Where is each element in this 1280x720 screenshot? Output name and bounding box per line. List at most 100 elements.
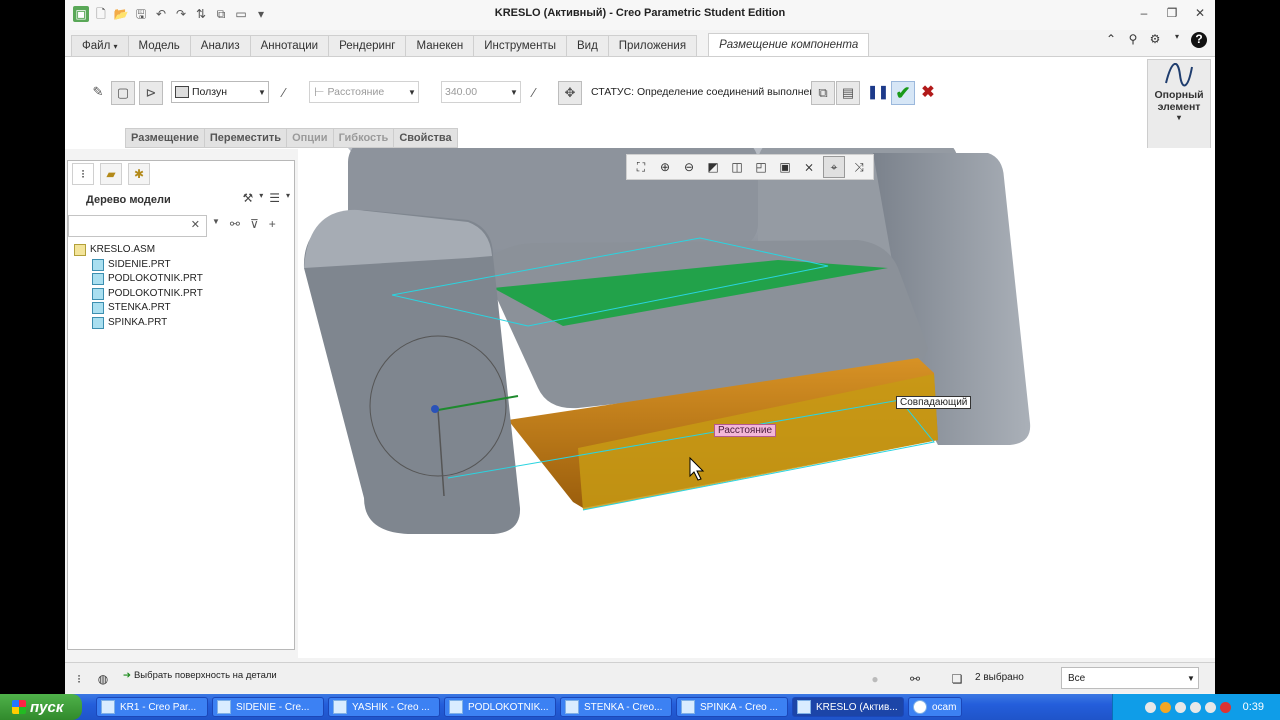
- find-binoculars-icon[interactable]: ⚯: [905, 669, 925, 689]
- favorites-icon[interactable]: ✱: [128, 163, 150, 185]
- search-icon[interactable]: ⚲: [1125, 32, 1141, 48]
- taskbar-item-active[interactable]: KRESLO (Актив...: [792, 697, 904, 717]
- placement-icon[interactable]: ▢: [111, 81, 135, 105]
- tab-manikin[interactable]: Манекен: [405, 35, 475, 56]
- taskbar-item[interactable]: PODLOKOTNIK...: [444, 697, 556, 717]
- constraint-type-select[interactable]: Ползун ▼: [171, 81, 269, 103]
- taskbar-item[interactable]: KR1 - Creo Par...: [96, 697, 208, 717]
- help-icon[interactable]: ?: [1191, 32, 1207, 48]
- display-style-icon[interactable]: ◫: [727, 157, 747, 177]
- maximize-icon[interactable]: ❐: [1165, 6, 1179, 20]
- chevron-down-icon: ▼: [258, 87, 266, 97]
- browser-toggle-icon[interactable]: ◍: [93, 669, 113, 689]
- collapse-ribbon-icon[interactable]: ⌃: [1103, 32, 1119, 48]
- tab-tools[interactable]: Инструменты: [473, 35, 567, 56]
- zoom-out-icon[interactable]: ⊖: [679, 157, 699, 177]
- chevron-down-icon: ▼: [1187, 673, 1195, 683]
- tab-file[interactable]: Файл ▾: [71, 35, 129, 56]
- ok-check-icon[interactable]: ✔: [891, 81, 915, 105]
- datum-display-icon[interactable]: ⨯: [799, 157, 819, 177]
- chevron-down-icon[interactable]: ▾: [286, 191, 290, 205]
- taskbar-item[interactable]: SPINKA - Creo ...: [676, 697, 788, 717]
- tree-root[interactable]: KRESLO.ASM: [74, 243, 203, 258]
- settings-icon[interactable]: ⚙: [1147, 32, 1163, 48]
- tab-render[interactable]: Рендеринг: [328, 35, 407, 56]
- tab-view[interactable]: Вид: [565, 35, 609, 56]
- filter-icon[interactable]: ⊽: [250, 217, 259, 231]
- subtab-options[interactable]: Опции: [286, 128, 334, 148]
- graphics-window[interactable]: ⛶ ⊕ ⊖ ◩ ◫ ◰ ▣ ⨯ ⌖ ⤨ Расстояние Совпадающ…: [298, 148, 1215, 658]
- navigator-tabs: ⁝ ▰ ✱: [72, 163, 150, 185]
- tray-icon[interactable]: [1144, 701, 1156, 713]
- cancel-x-icon[interactable]: ✖: [917, 81, 939, 103]
- distance-type-select[interactable]: ⊢ Расстояние ▼: [309, 81, 419, 103]
- navigator-toggle-icon[interactable]: ⁝: [69, 669, 89, 689]
- chevron-down-icon[interactable]: ▾: [259, 191, 263, 205]
- user-defined-set-icon[interactable]: ✎: [87, 81, 109, 103]
- tree-item[interactable]: STENKA.PRT: [74, 301, 203, 316]
- find-binoculars-icon[interactable]: ⚯: [230, 217, 240, 231]
- drag-component-icon[interactable]: ✥: [558, 81, 582, 105]
- tab-model[interactable]: Модель: [127, 35, 191, 56]
- selection-filter-select[interactable]: Все ▼: [1061, 667, 1199, 689]
- chevron-down-icon[interactable]: ▼: [212, 217, 220, 231]
- close-icon[interactable]: ✕: [1193, 6, 1207, 20]
- tree-settings-icon[interactable]: ⚒: [242, 191, 253, 205]
- subtab-flexibility[interactable]: Гибкость: [332, 128, 395, 148]
- start-button[interactable]: пуск: [0, 694, 82, 720]
- creo-window-icon: [449, 700, 463, 714]
- datum-feature-button[interactable]: Опорный элемент ▾: [1147, 59, 1211, 149]
- saved-views-icon[interactable]: ◰: [751, 157, 771, 177]
- distance-constraint-label[interactable]: Расстояние: [714, 424, 777, 437]
- tab-annotations[interactable]: Аннотации: [249, 35, 330, 56]
- annotation-display-icon[interactable]: ⌖: [823, 156, 845, 178]
- tray-icon[interactable]: [1159, 701, 1171, 713]
- clear-search-icon[interactable]: ✕: [191, 218, 200, 231]
- offset-value-input[interactable]: 340.00 ▼: [441, 81, 521, 103]
- flip-offset-icon[interactable]: ⁄: [523, 81, 545, 103]
- view-manager-icon[interactable]: ▣: [775, 157, 795, 177]
- coincident-constraint-label[interactable]: Совпадающий: [896, 396, 972, 409]
- tree-item[interactable]: SPINKA.PRT: [74, 316, 203, 331]
- chevron-down-icon[interactable]: ▾: [1169, 32, 1185, 48]
- taskbar-item[interactable]: YASHIK - Creo ...: [328, 697, 440, 717]
- selection-list-icon[interactable]: ❏: [947, 669, 967, 689]
- language-icon[interactable]: [1219, 701, 1231, 713]
- subtab-properties[interactable]: Свойства: [393, 128, 458, 148]
- tree-search-input[interactable]: ✕: [68, 215, 207, 237]
- mechanism-icon[interactable]: ⊳: [139, 81, 163, 105]
- tree-item[interactable]: PODLOKOTNIK.PRT: [74, 272, 203, 287]
- subtab-placement[interactable]: Размещение: [125, 128, 205, 148]
- assembly-window-icon[interactable]: ▤: [836, 81, 860, 105]
- tab-applications[interactable]: Приложения: [607, 35, 698, 56]
- pause-icon[interactable]: ❚❚: [867, 81, 889, 103]
- tree-item[interactable]: PODLOKOTNIK.PRT: [74, 287, 203, 302]
- refit-icon[interactable]: ⛶: [631, 157, 651, 177]
- taskbar-item[interactable]: STENKA - Creo...: [560, 697, 672, 717]
- repaint-icon[interactable]: ◩: [703, 157, 723, 177]
- tab-component-placement[interactable]: Размещение компонента: [708, 33, 870, 56]
- flip-constraint-icon[interactable]: ⁄: [273, 81, 295, 103]
- taskbar-item[interactable]: SIDENIE - Cre...: [212, 697, 324, 717]
- tray-icon[interactable]: [1174, 701, 1186, 713]
- add-icon[interactable]: +: [269, 217, 276, 231]
- spin-center-icon[interactable]: ⤨: [849, 157, 869, 177]
- model-tree-panel: ⁝ ▰ ✱ Дерево модели ⚒ ▾ ☰ ▾ ✕ ▼ ⚯ ⊽ + KR…: [67, 160, 295, 650]
- network-icon[interactable]: [1204, 701, 1216, 713]
- model-tree-tab-icon[interactable]: ⁝: [72, 163, 94, 185]
- selection-count[interactable]: 2 выбрано: [975, 672, 1024, 683]
- show-icon[interactable]: ☰: [269, 191, 280, 205]
- minimize-icon[interactable]: –: [1137, 6, 1151, 20]
- separate-window-icon[interactable]: ⧉: [811, 81, 835, 105]
- tab-analysis[interactable]: Анализ: [189, 35, 251, 56]
- taskbar-item[interactable]: ocam: [908, 697, 962, 717]
- volume-icon[interactable]: [1189, 701, 1201, 713]
- armchair-3d-model[interactable]: [298, 148, 1215, 658]
- folder-browser-icon[interactable]: ▰: [100, 163, 122, 185]
- zoom-in-icon[interactable]: ⊕: [655, 157, 675, 177]
- tree-item[interactable]: SIDENIE.PRT: [74, 258, 203, 273]
- chevron-down-icon: ▼: [408, 87, 416, 97]
- distance-icon: ⊢: [314, 85, 325, 99]
- creo-window: ▣ 🗋 📂 🖫 ↶ ↷ ⇅ ⧉ ▭ ▾ KRESLO (Активный) - …: [65, 0, 1215, 694]
- subtab-move[interactable]: Переместить: [203, 128, 288, 148]
